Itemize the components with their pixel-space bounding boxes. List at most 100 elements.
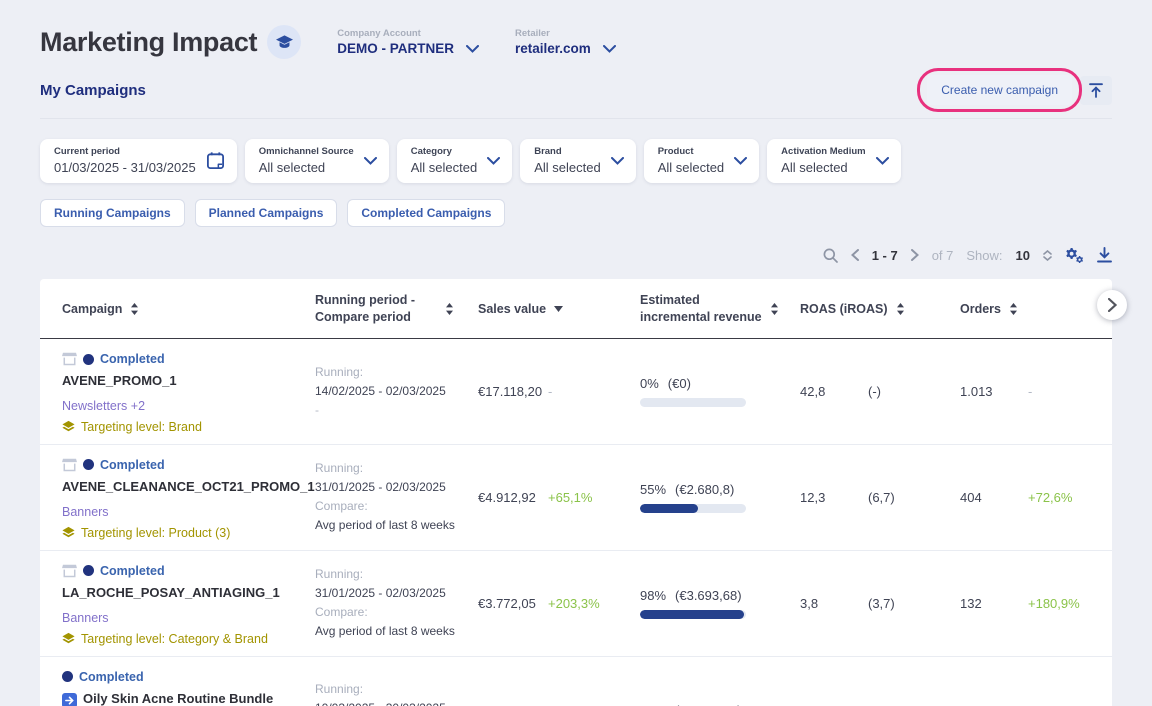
upload-icon: [1089, 83, 1103, 98]
incremental-amount: (€2.680,8): [675, 482, 734, 497]
page-total: of 7: [932, 248, 954, 263]
status-label: Completed: [100, 564, 165, 578]
compare-value: Avg period of last 8 weeks: [315, 516, 474, 535]
column-header-orders[interactable]: Orders: [960, 302, 1112, 316]
gears-icon: [1065, 247, 1084, 264]
campaign-name[interactable]: Oily Skin Acne Routine Bundle Accelerato…: [62, 690, 297, 706]
campaign-name[interactable]: LA_ROCHE_POSAY_ANTIAGING_1: [62, 584, 297, 603]
campaign-tabs: Running Campaigns Planned Campaigns Comple…: [40, 199, 1112, 227]
campaign-filter-tab[interactable]: Running Campaigns: [40, 199, 185, 227]
filter-dropdown[interactable]: Omnichannel Source All selected: [245, 139, 389, 183]
store-icon: [62, 564, 77, 578]
filter-value: 01/03/2025 - 31/03/2025: [54, 160, 196, 175]
export-button[interactable]: [1080, 76, 1112, 105]
column-label: Running period - Compare period: [315, 292, 415, 325]
campaign-medium[interactable]: Banners: [62, 611, 297, 625]
incremental-amount: (€0): [668, 376, 691, 391]
iroas-value: (3,7): [868, 551, 960, 656]
retailer-label: Retailer: [515, 28, 616, 39]
filter-label: Omnichannel Source: [259, 146, 354, 157]
incremental-bar: [640, 504, 746, 513]
period-cell: Running: 14/02/2025 - 02/03/2025 -: [315, 339, 478, 444]
top-bar: Marketing Impact Company Account DEMO - …: [40, 0, 1112, 59]
academy-badge[interactable]: [267, 25, 301, 59]
campaign-name[interactable]: AVENE_CLEANANCE_OCT21_PROMO_1: [62, 478, 297, 497]
campaign-filter-tab[interactable]: Completed Campaigns: [347, 199, 505, 227]
table-row[interactable]: Completed LA_ROCHE_POSAY_ANTIAGING_1 Ban…: [40, 551, 1112, 657]
layers-icon: [62, 420, 75, 433]
compare-value: Avg period of last 8 weeks: [315, 622, 474, 641]
chevron-down-icon: [487, 157, 500, 165]
filter-label: Current period: [54, 146, 196, 157]
chevron-down-icon: [603, 45, 616, 53]
orders-change: +72,6%: [1028, 445, 1112, 550]
status-label: Completed: [100, 458, 165, 472]
filter-dropdown[interactable]: Product All selected: [644, 139, 759, 183]
page-size-stepper[interactable]: [1043, 250, 1052, 261]
compare-label: Compare:: [315, 497, 474, 516]
incremental-bar: [640, 610, 746, 619]
layers-icon: [62, 526, 75, 539]
next-page-button[interactable]: [911, 249, 919, 261]
table-row[interactable]: Completed Oily Skin Acne Routine Bundle …: [40, 657, 1112, 706]
filter-label: Product: [658, 146, 724, 157]
download-button[interactable]: [1097, 247, 1112, 263]
status-label: Completed: [100, 352, 165, 366]
campaign-filter-tab[interactable]: Planned Campaigns: [195, 199, 338, 227]
orders-value: 132: [960, 551, 1028, 656]
column-header-roas[interactable]: ROAS (iROAS): [800, 302, 960, 316]
filter-dropdown[interactable]: Current period 01/03/2025 - 31/03/2025: [40, 139, 237, 183]
table-row[interactable]: Completed AVENE_CLEANANCE_OCT21_PROMO_1 …: [40, 445, 1112, 551]
column-header-sales[interactable]: Sales value: [478, 302, 640, 316]
incremental-bar-fill: [640, 610, 744, 619]
company-account-selector[interactable]: Company Account DEMO - PARTNER: [337, 28, 479, 56]
chevron-down-icon: [734, 157, 747, 165]
incremental-cell: 55% (€2.680,8): [640, 445, 800, 550]
filter-dropdown[interactable]: Category All selected: [397, 139, 512, 183]
running-period: 31/01/2025 - 02/03/2025: [315, 584, 474, 603]
table-row[interactable]: Completed AVENE_PROMO_1 Newsletters +2 T…: [40, 339, 1112, 445]
orders-value: 311: [960, 657, 1028, 706]
sort-icon: [770, 303, 779, 315]
page-range: 1 - 7: [872, 248, 898, 263]
chevron-left-icon: [851, 249, 859, 261]
column-header-campaign[interactable]: Campaign: [62, 302, 315, 316]
chevron-down-icon: [1043, 256, 1052, 261]
column-header-incremental[interactable]: Estimated incremental revenue: [640, 292, 800, 325]
incremental-cell: 98%(€3.693,68): [640, 551, 800, 656]
column-settings-button[interactable]: [1065, 247, 1084, 264]
search-button[interactable]: [823, 248, 838, 263]
roas-value: 2,4: [800, 657, 868, 706]
table-scroll-right-button[interactable]: [1097, 290, 1127, 320]
incremental-percent: 55%: [640, 482, 666, 497]
column-header-period[interactable]: Running period - Compare period: [315, 292, 478, 325]
sales-change: +65,1%: [548, 445, 640, 550]
filter-value: All selected: [658, 160, 724, 175]
sales-change: +203,3%: [548, 551, 640, 656]
iroas-value: (6,7): [868, 445, 960, 550]
compare-value: -: [315, 401, 474, 420]
campaign-name[interactable]: AVENE_PROMO_1: [62, 372, 297, 391]
filter-dropdown[interactable]: Activation Medium All selected: [767, 139, 900, 183]
filter-dropdown[interactable]: Brand All selected: [520, 139, 635, 183]
running-period: 31/01/2025 - 02/03/2025: [315, 478, 474, 497]
chevron-right-icon: [1108, 298, 1117, 312]
retailer-selector[interactable]: Retailer retailer.com: [515, 28, 616, 56]
retailer-value: retailer.com: [515, 41, 591, 56]
sales-change: +16%: [548, 657, 640, 706]
filter-value: All selected: [781, 160, 865, 175]
incremental-bar: [640, 398, 746, 407]
running-label: Running:: [315, 565, 474, 584]
running-period: 14/02/2025 - 02/03/2025: [315, 382, 474, 401]
targeting-level: Targeting level: Brand: [62, 420, 297, 434]
prev-page-button[interactable]: [851, 249, 859, 261]
campaign-medium[interactable]: Newsletters +2: [62, 399, 297, 413]
column-label: Orders: [960, 302, 1001, 316]
iroas-value: (-): [868, 339, 960, 444]
filter-value: All selected: [534, 160, 600, 175]
column-label: ROAS (iROAS): [800, 302, 888, 316]
filter-label: Activation Medium: [781, 146, 865, 157]
create-new-campaign-button[interactable]: Create new campaign: [927, 75, 1072, 105]
chevron-down-icon: [611, 157, 624, 165]
campaign-medium[interactable]: Banners: [62, 505, 297, 519]
